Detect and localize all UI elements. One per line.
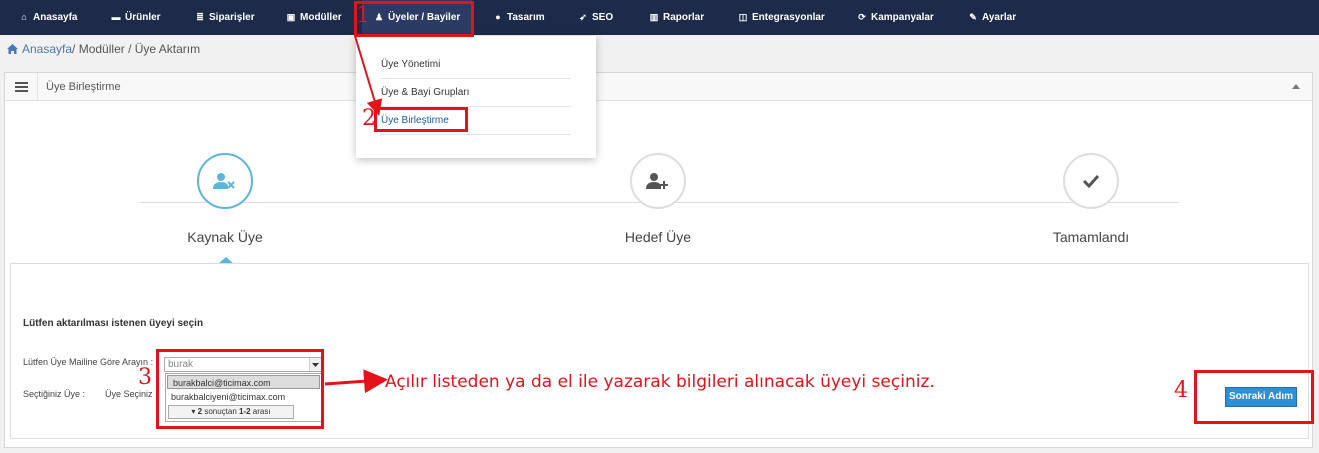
annotation-arrow-3: [324, 369, 388, 394]
annotation-arrow-1-2: [354, 35, 383, 116]
annotation-instruction: Açılır listeden ya da el ile yazarak bil…: [385, 372, 935, 392]
